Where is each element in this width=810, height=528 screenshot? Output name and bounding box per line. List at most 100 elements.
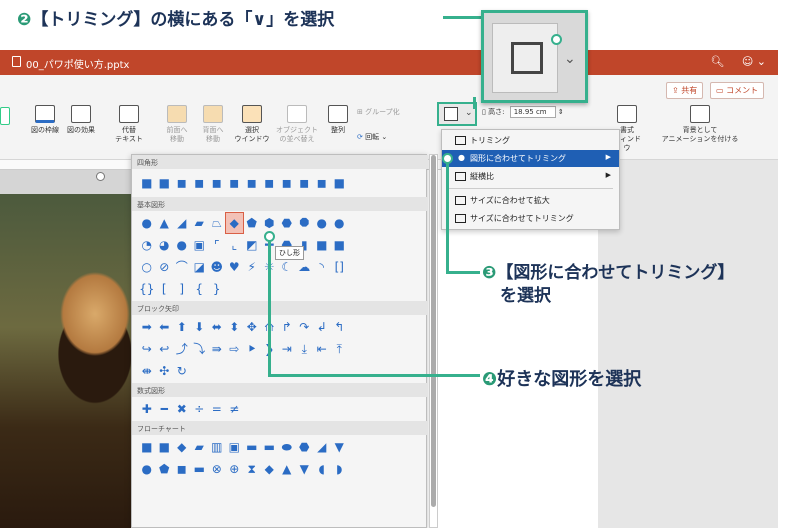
lightning-bolt-shape-icon[interactable]: ⚡ [243,257,261,277]
not-equal-sign-shape-icon[interactable]: ≠ [226,399,244,419]
cloud-shape-icon[interactable]: ☁ [296,257,314,277]
snip-diagonal-rectangle-shape-icon[interactable]: ◼ [208,173,226,193]
picture-effects-button[interactable]: 図の効果 [64,105,98,135]
no-symbol-shape-icon[interactable]: ⊘ [156,257,174,277]
folded-corner-shape-icon[interactable]: ◪ [191,257,209,277]
left-bracket-shape-icon[interactable]: [ [156,279,174,299]
double-brace-shape-icon[interactable]: {} [138,279,156,299]
right-arrow-callout-shape-icon[interactable]: ⇥ [278,339,296,359]
down-arrow-callout-shape-icon[interactable]: ⤓ [296,339,314,359]
down-arrow-shape-icon[interactable]: ⬇ [191,317,209,337]
right-brace-shape-icon[interactable]: } [208,279,226,299]
flowchart-delay-shape-icon[interactable]: ◗ [331,459,349,479]
flowchart-summing-junction-shape-icon[interactable]: ⊗ [208,459,226,479]
quad-arrow-shape-icon[interactable]: ✥ [243,317,261,337]
crop-dropdown-chevron-icon[interactable]: ⌄ [465,108,473,118]
dodecagon-shape-icon[interactable]: ● [331,213,349,233]
frame-rectangle-shape-icon[interactable]: ◼ [313,173,331,193]
circular-arrow-shape-icon[interactable]: ↻ [173,361,191,381]
flowchart-sort-shape-icon[interactable]: ◆ [261,459,279,479]
hexagon-shape-icon[interactable]: ⬢ [261,213,279,233]
multiply-sign-shape-icon[interactable]: ✖ [173,399,191,419]
equal-sign-shape-icon[interactable]: = [208,399,226,419]
flowchart-multidocument-shape-icon[interactable]: ▬ [261,437,279,457]
bring-forward-button[interactable]: 前面へ 移動 [162,105,192,144]
bevel-shape-icon[interactable]: ■ [331,235,349,255]
arc-shape-icon[interactable]: ◝ [313,257,331,277]
round-two-corner-rectangle-shape-icon[interactable]: ◼ [243,173,261,193]
scrollbar-thumb[interactable] [431,155,436,507]
plaque-shape-icon[interactable]: ◼ [296,173,314,193]
flowchart-or-shape-icon[interactable]: ⊕ [226,459,244,479]
curved-up-arrow-shape-icon[interactable]: ⤴ [173,339,191,359]
rotate-handle-icon[interactable] [96,172,105,181]
left-right-arrow-callout-shape-icon[interactable]: ⇼ [138,361,156,381]
animate-as-background-button[interactable]: 背景として アニメーションを付ける [652,105,748,144]
flowchart-document-shape-icon[interactable]: ▬ [243,437,261,457]
rounded-rectangle-shape-icon[interactable]: ■ [156,173,174,193]
decagon-shape-icon[interactable]: ● [313,213,331,233]
l-shape-icon[interactable]: ⌞ [226,235,244,255]
double-bracket-shape-icon[interactable]: [] [331,257,349,277]
frame-shape-icon[interactable]: ▣ [191,235,209,255]
align-button[interactable]: 整列 [324,105,352,135]
reorder-objects-button[interactable]: オブジェクト の並べ替え [274,105,320,144]
smiley-icon[interactable]: ☺ ⌄ [742,55,766,68]
up-arrow-shape-icon[interactable]: ⬆ [173,317,191,337]
left-arrow-shape-icon[interactable]: ⬅ [156,317,174,337]
bent-arrow-shape-icon[interactable]: ↱ [278,317,296,337]
flowchart-punched-tape-shape-icon[interactable]: ▬ [191,459,209,479]
flowchart-connector-shape-icon[interactable]: ● [138,459,156,479]
menu-item-crop-to-shape[interactable]: ● 図形に合わせてトリミング ▶ [442,150,619,167]
flowchart-merge-shape-icon[interactable]: ▼ [296,459,314,479]
round-diagonal-rectangle-shape-icon[interactable]: ◼ [261,173,279,193]
smiley-face-shape-icon[interactable]: ☻ [208,257,226,277]
shapes-scrollbar[interactable] [429,154,438,528]
flowchart-extract-shape-icon[interactable]: ▲ [278,459,296,479]
flowchart-terminator-shape-icon[interactable]: ⬬ [278,437,296,457]
right-arrow-shape-icon[interactable]: ➡ [138,317,156,337]
selection-pane-button[interactable]: 選択 ウインドウ [234,105,270,144]
pentagon-arrow-shape-icon[interactable]: ⯈ [243,339,261,359]
snip-two-corner-rectangle-shape-icon[interactable]: ◼ [191,173,209,193]
diagonal-stripe-shape-icon[interactable]: ◩ [243,235,261,255]
snip-corner-rectangle-shape-icon[interactable]: ◼ [173,173,191,193]
send-backward-button[interactable]: 背面へ 移動 [198,105,228,144]
u-turn-arrow-shape-icon[interactable]: ↷ [296,317,314,337]
alt-text-button[interactable]: 代替 テキスト [112,105,146,144]
left-brace-shape-icon[interactable]: { [191,279,209,299]
menu-item-crop[interactable]: トリミング [442,132,619,149]
picture-border-button[interactable]: 図の枠線 [28,105,62,135]
flowchart-internal-storage-shape-icon[interactable]: ▣ [226,437,244,457]
flowchart-decision-shape-icon[interactable]: ◆ [173,437,191,457]
flowchart-preparation-shape-icon[interactable]: ⬣ [296,437,314,457]
picture-styles-edge[interactable] [0,107,10,128]
pentagon-shape-icon[interactable]: ⬟ [243,213,261,233]
round-corner-rectangle-shape-icon[interactable]: ◼ [226,173,244,193]
octagon-shape-icon[interactable]: ⯃ [296,213,314,233]
flowchart-offpage-connector-shape-icon[interactable]: ⬟ [156,459,174,479]
group-button[interactable]: ⊞ グループ化 [357,108,405,117]
rectangle-alt-shape-icon[interactable]: ■ [331,173,349,193]
cube-shape-icon[interactable]: ■ [313,235,331,255]
half-frame-shape-icon[interactable]: ⌜ [208,235,226,255]
rectangle-shape-icon[interactable]: ■ [138,173,156,193]
flowchart-process-shape-icon[interactable]: ■ [138,437,156,457]
up-arrow-callout-shape-icon[interactable]: ⤒ [331,339,349,359]
flowchart-stored-data-shape-icon[interactable]: ◖ [313,459,331,479]
flowchart-alternate-process-shape-icon[interactable]: ■ [156,437,174,457]
donut-shape-icon[interactable]: ○ [138,257,156,277]
quad-arrow-callout-shape-icon[interactable]: ✣ [156,361,174,381]
up-down-arrow-shape-icon[interactable]: ⬍ [226,317,244,337]
curved-down-arrow-shape-icon[interactable]: ⤵ [191,339,209,359]
rotate-button[interactable]: ⟳ 回転 ⌄ [357,133,405,142]
triangle-shape-icon[interactable]: ▲ [156,213,174,233]
left-right-arrow-shape-icon[interactable]: ⬌ [208,317,226,337]
right-triangle-shape-icon[interactable]: ◢ [173,213,191,233]
share-button[interactable]: ⇪ 共有 [666,82,704,99]
minus-sign-shape-icon[interactable]: ━ [156,399,174,419]
snip-round-rectangle-shape-icon[interactable]: ◼ [278,173,296,193]
trapezoid-shape-icon[interactable]: ⏢ [208,213,226,233]
left-arrow-callout-shape-icon[interactable]: ⇤ [313,339,331,359]
oval-shape-icon[interactable]: ● [138,213,156,233]
